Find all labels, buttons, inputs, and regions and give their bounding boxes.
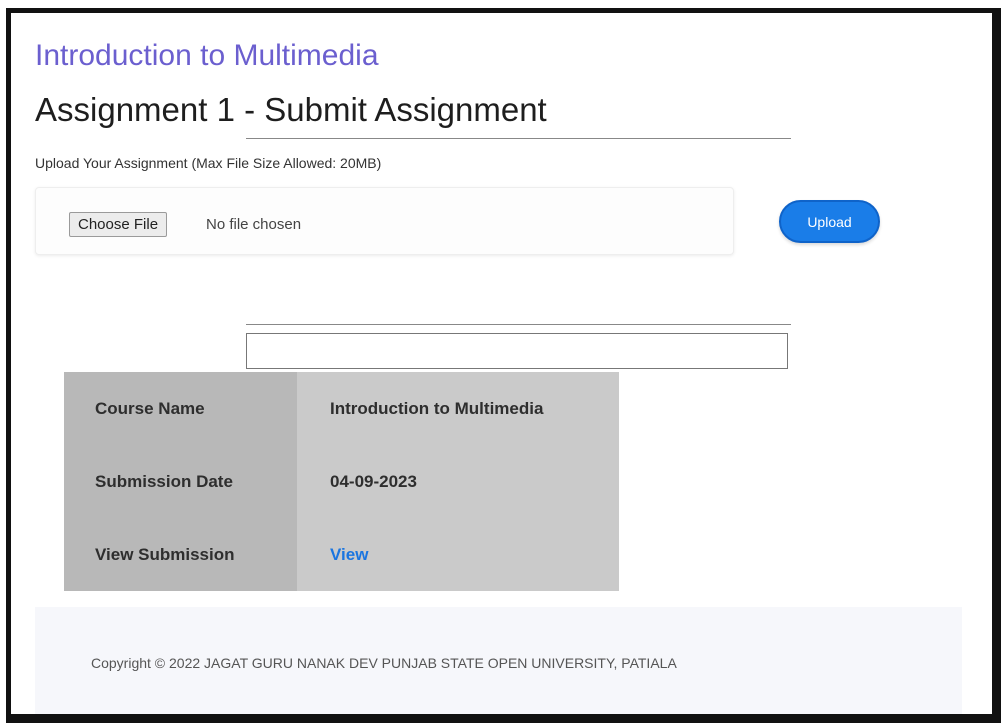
course-name-value: Introduction to Multimedia	[297, 372, 619, 445]
submission-date-label: Submission Date	[64, 445, 297, 518]
course-title: Introduction to Multimedia	[35, 39, 379, 72]
submission-details-table: Course Name Introduction to Multimedia S…	[64, 372, 619, 591]
table-row: Submission Date 04-09-2023	[64, 445, 619, 518]
submission-date-value: 04-09-2023	[297, 445, 619, 518]
table-row: Course Name Introduction to Multimedia	[64, 372, 619, 445]
page-frame: Introduction to Multimedia Assignment 1 …	[6, 8, 1001, 723]
view-submission-cell: View	[297, 518, 619, 591]
upload-button[interactable]: Upload	[779, 200, 880, 243]
view-submission-label: View Submission	[64, 518, 297, 591]
file-upload-panel: Choose File No file chosen	[35, 187, 734, 255]
choose-file-button[interactable]: Choose File	[69, 212, 168, 237]
upload-instructions: Upload Your Assignment (Max File Size Al…	[35, 155, 382, 171]
text-input[interactable]	[246, 333, 788, 369]
page-title: Assignment 1 - Submit Assignment	[35, 91, 547, 128]
table-row: View Submission View	[64, 518, 619, 591]
footer: Copyright © 2022 JAGAT GURU NANAK DEV PU…	[35, 607, 962, 714]
course-name-label: Course Name	[64, 372, 297, 445]
view-submission-link[interactable]: View	[330, 545, 368, 564]
file-status-text: No file chosen	[206, 216, 302, 233]
divider	[246, 324, 791, 325]
divider	[246, 138, 791, 139]
copyright-text: Copyright © 2022 JAGAT GURU NANAK DEV PU…	[91, 655, 677, 671]
